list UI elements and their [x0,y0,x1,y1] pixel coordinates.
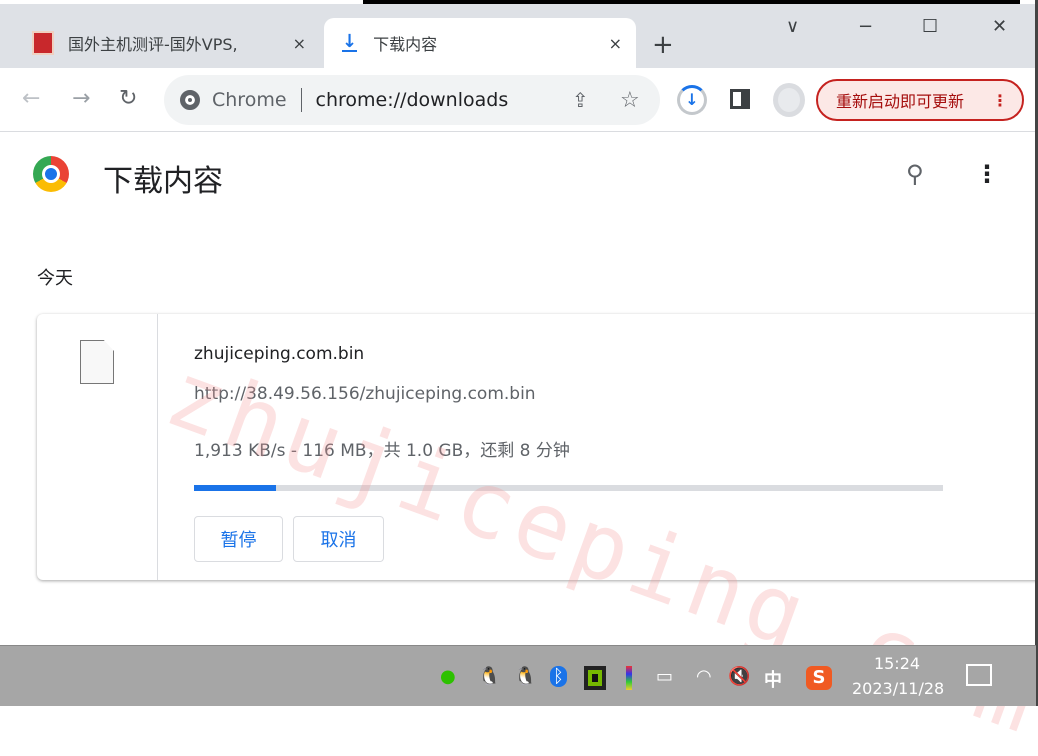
tab-close-button[interactable]: × [609,34,622,53]
update-button[interactable]: 重新启动即可更新 ⋮ [816,79,1024,121]
download-status: 1,913 KB/s - 116 MB，共 1.0 GB，还剩 8 分钟 [194,441,570,461]
nvidia-icon[interactable] [584,666,606,690]
site-favicon-icon [32,31,54,55]
file-icon [80,340,114,384]
cancel-button[interactable]: 取消 [293,516,384,562]
file-name-link[interactable]: zhujiceping.com.bin [194,344,364,364]
back-icon[interactable]: ← [22,86,40,111]
menu-icon[interactable]: ⋮ [992,91,1008,110]
sogou-icon[interactable]: S [806,666,832,690]
tab-search-button[interactable]: ∨ [786,16,799,37]
new-tab-button[interactable]: + [652,30,674,60]
volume-muted-icon[interactable]: 🔇 [728,666,750,687]
more-options-icon[interactable]: ⋮ [975,160,999,188]
url-text[interactable]: chrome://downloads [316,89,509,111]
notification-icon[interactable] [966,664,992,686]
page-title: 下载内容 [103,164,223,199]
wifi-icon[interactable]: ◠ [696,666,712,687]
update-label: 重新启动即可更新 [836,92,965,111]
tab-title: 下载内容 [373,35,438,54]
site-label: Chrome [212,89,287,111]
minimize-button[interactable]: − [858,16,873,37]
profile-avatar[interactable] [773,83,805,117]
time: 15:24 [873,654,921,673]
address-bar[interactable]: Chrome chrome://downloads ⇪ ☆ [164,75,660,125]
ime-indicator[interactable]: 中 [764,666,782,692]
date: 2023/11/28 [852,679,945,698]
file-url-link[interactable]: http://38.49.56.156/zhujiceping.com.bin [194,384,536,404]
side-panel-icon[interactable] [730,89,750,109]
tab-downloads[interactable]: ↓ 下载内容 × [324,18,636,68]
chrome-logo-icon [33,156,69,192]
close-window-button[interactable]: ✕ [992,16,1007,37]
app-tray-icon[interactable] [626,666,632,690]
tab-zhujiceping[interactable]: 国外主机测评-国外VPS, × [20,18,320,68]
toolbar: ← → ↻ Chrome chrome://downloads ⇪ ☆ ↓ 重新… [0,68,1036,132]
pause-button[interactable]: 暂停 [194,516,283,562]
wechat-icon[interactable]: ● [440,666,456,687]
taskbar: ● 🐧 🐧 ᛒ ▭ ◠ 🔇 中 S 15:24 2023/11/28 [0,645,1036,706]
chrome-icon [180,90,200,110]
share-icon[interactable]: ⇪ [572,88,589,112]
bookmark-star-icon[interactable]: ☆ [620,88,640,113]
tab-title: 国外主机测评-国外VPS, [68,35,238,54]
tab-strip: 国外主机测评-国外VPS, × ↓ 下载内容 × + ∨ − ☐ ✕ [0,4,1036,68]
download-progress-bar [194,485,943,491]
search-icon[interactable]: ⚲ [906,160,924,188]
tab-close-button[interactable]: × [293,34,306,53]
clock[interactable]: 15:24 2023/11/28 [852,654,945,698]
reload-icon[interactable]: ↻ [119,86,137,111]
bluetooth-icon[interactable]: ᛒ [550,666,567,687]
date-section-heading: 今天 [37,268,73,289]
battery-icon[interactable]: ▭ [656,666,673,687]
qq-icon[interactable]: 🐧 [514,666,536,687]
maximize-button[interactable]: ☐ [922,16,938,37]
downloads-icon[interactable]: ↓ [677,85,707,115]
qq-icon[interactable]: 🐧 [478,666,500,687]
forward-icon[interactable]: → [72,86,90,111]
download-icon: ↓ [342,31,358,52]
download-item: zhujiceping.com.bin http://38.49.56.156/… [37,314,1038,580]
progress-fill [194,485,277,491]
